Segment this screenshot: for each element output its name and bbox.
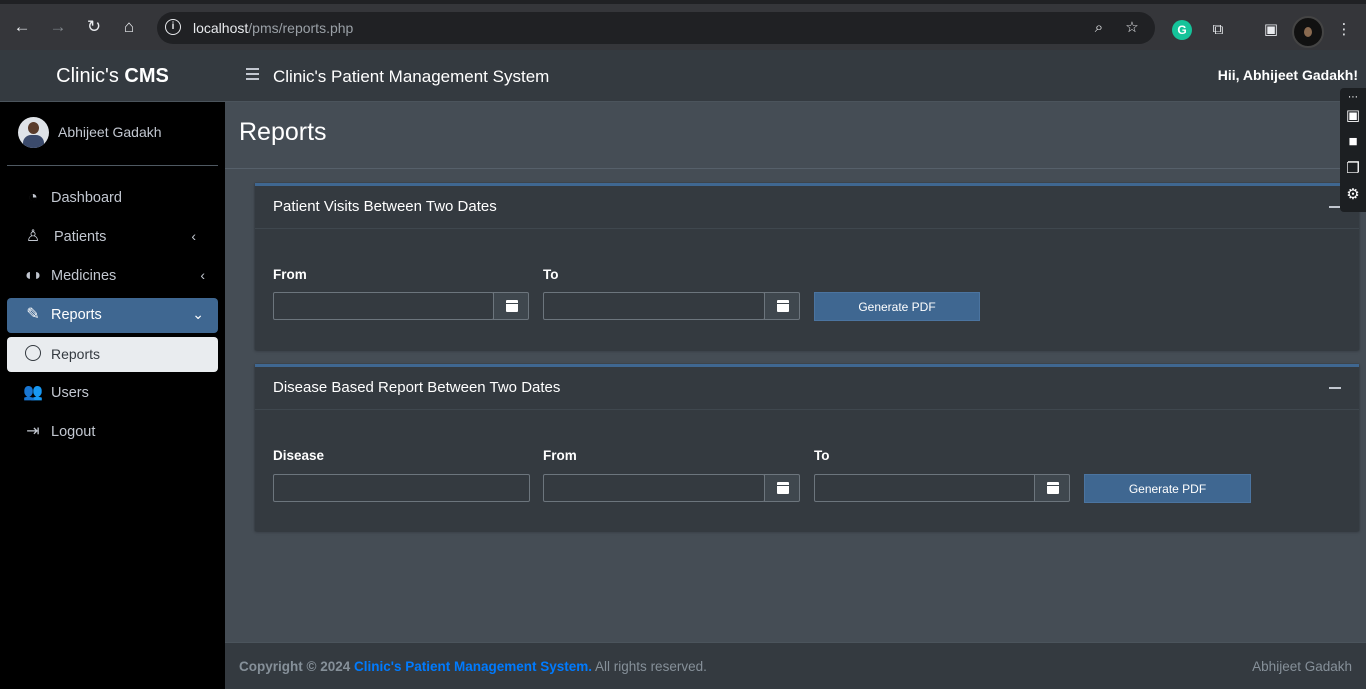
sidebar-item-medicines[interactable]: ◖◗ Medicines ‹ <box>7 259 218 294</box>
from-calendar-button[interactable] <box>493 292 529 320</box>
card-title: Disease Based Report Between Two Dates <box>273 379 561 396</box>
bookmark-star-icon[interactable]: ☆ <box>1123 19 1141 37</box>
hamburger-menu-icon[interactable] <box>246 68 259 80</box>
sidebar-item-label: Logout <box>51 424 96 440</box>
user-injured-icon: ♙ <box>25 228 41 245</box>
from-date-input[interactable] <box>543 474 765 502</box>
zoom-icon[interactable]: ⌕ <box>1090 19 1108 37</box>
calendar-icon <box>777 482 789 494</box>
chevron-left-icon: ‹ <box>191 228 196 244</box>
sidebar-item-logout[interactable]: ⇥ Logout <box>7 415 218 450</box>
sidebar-item-users[interactable]: 👥 Users <box>7 376 218 411</box>
copy-window-icon[interactable]: ❐ <box>1344 161 1362 177</box>
gear-icon[interactable]: ⚙ <box>1344 187 1362 203</box>
reload-icon[interactable]: ↻ <box>83 16 105 38</box>
users-icon: 👥 <box>23 384 43 401</box>
sidebar-subitem-reports[interactable]: Reports <box>7 337 218 372</box>
extensions-icon[interactable]: ⧉ <box>1208 20 1228 40</box>
address-bar[interactable]: i localhost/pms/reports.php ⌕ ☆ <box>157 12 1155 44</box>
user-panel: Abhijeet Gadakh <box>7 102 218 166</box>
brand-logo[interactable]: Clinic's CMS <box>0 50 225 102</box>
user-name[interactable]: Abhijeet Gadakh <box>58 124 162 140</box>
generate-pdf-button[interactable]: Generate PDF <box>1084 474 1251 503</box>
collapse-icon[interactable] <box>1329 387 1341 389</box>
sidebar-item-reports[interactable]: ✎ Reports ⌄ <box>7 298 218 333</box>
disease-label: Disease <box>273 448 325 463</box>
sidebar-item-patients[interactable]: ♙ Patients ‹ <box>7 220 218 255</box>
calendar-icon <box>506 300 518 312</box>
sidebar-item-label: Users <box>51 385 89 401</box>
sidebar-nav: ◔ Dashboard ♙ Patients ‹ ◖◗ Medicines ‹ … <box>0 181 225 450</box>
url-text[interactable]: localhost/pms/reports.php <box>193 20 353 36</box>
site-info-icon[interactable]: i <box>165 19 181 35</box>
to-label: To <box>814 448 830 463</box>
menu-kebab-icon[interactable]: ⋮ <box>1334 20 1354 40</box>
browser-toolbar: ← → ↻ ⌂ i localhost/pms/reports.php ⌕ ☆ … <box>0 0 1366 50</box>
grammarly-extension-icon[interactable]: G <box>1172 20 1192 40</box>
chevron-down-icon: ⌄ <box>192 306 204 322</box>
card-title: Patient Visits Between Two Dates <box>273 198 497 215</box>
from-label: From <box>543 448 577 463</box>
footer: Copyright © 2024 Clinic's Patient Manage… <box>225 642 1366 689</box>
card-header: Disease Based Report Between Two Dates <box>255 367 1359 410</box>
video-camera-icon[interactable]: ■ <box>1344 134 1362 150</box>
forward-icon[interactable]: → <box>47 16 69 38</box>
side-panel-icon[interactable]: ▣ <box>1261 20 1281 40</box>
to-calendar-button[interactable] <box>1034 474 1070 502</box>
sidebar-item-label: Dashboard <box>51 190 122 206</box>
camera-icon[interactable]: ▣ <box>1344 108 1362 124</box>
pills-icon: ◖◗ <box>23 267 43 284</box>
sidebar-item-label: Medicines <box>51 268 117 284</box>
copyright-text: Copyright © 2024 Clinic's Patient Manage… <box>239 659 707 674</box>
disease-input[interactable] <box>273 474 530 502</box>
chevron-left-icon: ‹ <box>200 267 205 283</box>
to-calendar-button[interactable] <box>764 292 800 320</box>
screen-capture-toolbar: ⋯ ▣ ■ ❐ ⚙ <box>1340 88 1366 212</box>
topbar: Clinic's Patient Management System Hii, … <box>225 50 1366 102</box>
sign-out-icon: ⇥ <box>26 423 40 440</box>
avatar <box>18 117 49 148</box>
more-options-icon[interactable]: ⋯ <box>1344 90 1362 106</box>
back-icon[interactable]: ← <box>11 16 33 38</box>
from-calendar-button[interactable] <box>764 474 800 502</box>
patient-visits-card: Patient Visits Between Two Dates From To… <box>255 183 1359 350</box>
footer-system-link[interactable]: Clinic's Patient Management System. <box>354 659 592 674</box>
card-header: Patient Visits Between Two Dates <box>255 186 1359 229</box>
from-label: From <box>273 267 307 282</box>
from-date-input[interactable] <box>273 292 494 320</box>
to-date-input[interactable] <box>814 474 1036 502</box>
disease-report-card: Disease Based Report Between Two Dates D… <box>255 364 1359 531</box>
sidebar-item-label: Patients <box>54 229 107 245</box>
sidebar-item-label: Reports <box>51 346 101 362</box>
footer-author: Abhijeet Gadakh <box>1252 659 1352 674</box>
profile-avatar[interactable] <box>1292 16 1324 48</box>
to-label: To <box>543 267 559 282</box>
sidebar-item-dashboard[interactable]: ◔ Dashboard <box>7 181 218 216</box>
calendar-icon <box>777 300 789 312</box>
sidebar-item-label: Reports <box>51 307 102 323</box>
user-greeting: Hii, Abhijeet Gadakh! <box>1217 67 1358 83</box>
generate-pdf-button[interactable]: Generate PDF <box>814 292 980 321</box>
calendar-icon <box>1047 482 1059 494</box>
content-header: Reports <box>225 102 1366 169</box>
home-icon[interactable]: ⌂ <box>118 16 140 38</box>
circle-icon <box>25 345 41 361</box>
page-title: Reports <box>239 118 327 146</box>
system-title: Clinic's Patient Management System <box>273 67 550 86</box>
edit-icon: ✎ <box>26 306 40 323</box>
to-date-input[interactable] <box>543 292 765 320</box>
sidebar: Clinic's CMS Abhijeet Gadakh ◔ Dashboard… <box>0 50 225 689</box>
tachometer-icon: ◔ <box>28 189 38 206</box>
